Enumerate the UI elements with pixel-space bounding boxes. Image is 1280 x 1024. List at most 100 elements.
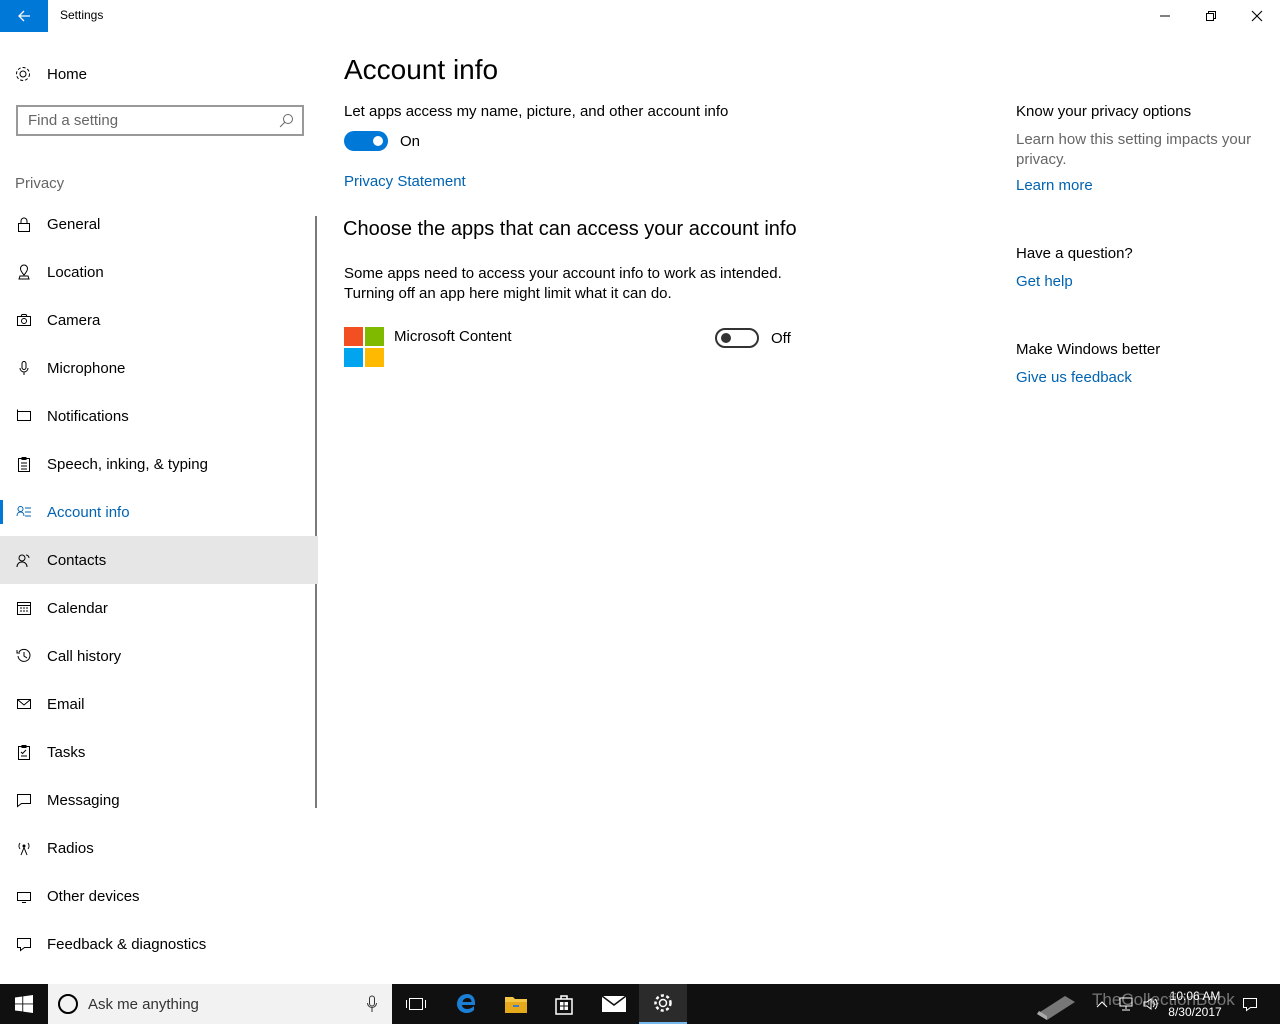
- privacy-statement-link[interactable]: Privacy Statement: [344, 173, 466, 190]
- sidebar-item-label: Notifications: [47, 407, 129, 425]
- minimize-button[interactable]: [1142, 0, 1188, 32]
- learn-more-link[interactable]: Learn more: [1016, 177, 1093, 194]
- apps-description-line: Turning off an app here might limit what…: [344, 285, 672, 302]
- cortana-search-box[interactable]: Ask me anything: [48, 984, 392, 1024]
- microsoft-logo-icon: [344, 327, 384, 367]
- toggle-knob: [373, 136, 383, 146]
- sidebar-item-label: Microphone: [47, 359, 126, 377]
- app-name: Microsoft Content: [394, 328, 512, 345]
- taskbar-clock[interactable]: 10:06 AM 8/30/2017: [1160, 988, 1230, 1020]
- gear-icon: [654, 994, 672, 1012]
- mail-icon: [601, 995, 627, 1012]
- sidebar-item-camera[interactable]: Camera: [0, 296, 318, 344]
- question-heading: Have a question?: [1016, 245, 1133, 262]
- nav-list: General Location Camera Microphone Notif…: [0, 200, 318, 968]
- search-input[interactable]: [18, 107, 268, 134]
- account-access-toggle[interactable]: [344, 131, 388, 151]
- sidebar-item-feedback[interactable]: Feedback & diagnostics: [0, 920, 318, 968]
- restore-button[interactable]: [1188, 0, 1234, 32]
- sidebar-item-label: Speech, inking, & typing: [47, 455, 208, 473]
- sidebar-item-account-info[interactable]: Account info: [0, 488, 318, 536]
- sidebar-item-label: Location: [47, 263, 104, 281]
- show-hidden-icons-button[interactable]: [1094, 984, 1110, 1024]
- sidebar-item-label: Camera: [47, 311, 101, 329]
- sidebar-item-label: Other devices: [47, 887, 140, 905]
- sidebar-item-label: General: [47, 215, 101, 233]
- feedback-icon: [16, 938, 31, 952]
- sidebar-item-label: Email: [47, 695, 85, 713]
- app-row: Microsoft Content Off: [344, 327, 804, 367]
- make-windows-better-heading: Make Windows better: [1016, 341, 1161, 358]
- home-label: Home: [47, 65, 88, 83]
- sidebar-item-label: Call history: [47, 647, 122, 665]
- page-title: Account info: [344, 54, 499, 85]
- network-button[interactable]: [1116, 984, 1136, 1024]
- sidebar-item-speech[interactable]: Speech, inking, & typing: [0, 440, 318, 488]
- microphone-icon[interactable]: [366, 995, 378, 1013]
- minimize-icon: [1160, 15, 1170, 17]
- back-button[interactable]: [0, 0, 48, 32]
- task-view-icon: [406, 998, 426, 1010]
- sidebar-item-tasks[interactable]: Tasks: [0, 728, 318, 776]
- back-arrow-icon: [18, 10, 30, 22]
- search-box[interactable]: [16, 105, 304, 136]
- give-feedback-link[interactable]: Give us feedback: [1016, 369, 1132, 386]
- sidebar-item-radios[interactable]: Radios: [0, 824, 318, 872]
- sidebar-item-microphone[interactable]: Microphone: [0, 344, 318, 392]
- edge-icon: [457, 994, 475, 1013]
- task-view-button[interactable]: [392, 984, 440, 1024]
- get-help-link[interactable]: Get help: [1016, 273, 1073, 290]
- app-access-toggle[interactable]: [715, 328, 759, 348]
- action-center-button[interactable]: [1236, 984, 1264, 1024]
- camera-icon: [16, 314, 31, 326]
- sidebar-item-label: Radios: [47, 839, 94, 857]
- calendar-icon: [16, 602, 31, 615]
- sidebar-item-label: Tasks: [47, 743, 86, 761]
- network-icon: [1119, 997, 1133, 1011]
- privacy-options-text: Learn how this setting impacts your priv…: [1016, 131, 1252, 168]
- email-icon: [16, 699, 31, 709]
- toggle-knob: [721, 333, 731, 343]
- sidebar-item-other-devices[interactable]: Other devices: [0, 872, 318, 920]
- privacy-options-heading: Know your privacy options: [1016, 103, 1192, 120]
- microphone-icon: [19, 361, 28, 375]
- taskbar: Ask me anything TheCollectionBook 10:06 …: [0, 984, 1280, 1024]
- lock-icon: [17, 217, 30, 232]
- folder-icon: [505, 997, 527, 1013]
- sidebar-item-calendar[interactable]: Calendar: [0, 584, 318, 632]
- home-link[interactable]: Home: [14, 62, 87, 86]
- chevron-up-icon: [1096, 1001, 1108, 1008]
- gear-icon: [16, 67, 30, 81]
- location-icon: [17, 264, 30, 280]
- volume-button[interactable]: [1140, 984, 1162, 1024]
- apps-description: Some apps need to access your account in…: [344, 264, 782, 304]
- sidebar-item-contacts[interactable]: Contacts: [0, 536, 318, 584]
- messaging-icon: [16, 794, 31, 808]
- radios-icon: [18, 842, 29, 856]
- settings-taskbar-button[interactable]: [639, 984, 687, 1024]
- sidebar-item-general[interactable]: General: [0, 200, 318, 248]
- app-toggle-state-label: Off: [771, 330, 791, 347]
- search-icon[interactable]: [279, 113, 294, 128]
- clock-time: 10:06 AM: [1169, 989, 1221, 1003]
- windows-logo-icon: [15, 995, 33, 1013]
- volume-icon: [1143, 998, 1158, 1010]
- store-button[interactable]: [540, 984, 588, 1024]
- sidebar-item-notifications[interactable]: Notifications: [0, 392, 318, 440]
- apps-heading: Choose the apps that can access your acc…: [343, 218, 797, 240]
- toggle-state-label: On: [400, 133, 421, 150]
- restore-icon: [1206, 11, 1216, 21]
- start-button[interactable]: [0, 984, 48, 1024]
- file-explorer-button[interactable]: [492, 984, 540, 1024]
- access-setting-label: Let apps access my name, picture, and ot…: [344, 103, 729, 120]
- sidebar-item-call-history[interactable]: Call history: [0, 632, 318, 680]
- close-button[interactable]: [1234, 0, 1280, 32]
- sidebar-item-location[interactable]: Location: [0, 248, 318, 296]
- tasks-icon: [17, 745, 30, 760]
- sidebar-item-email[interactable]: Email: [0, 680, 318, 728]
- book-logo-icon: [1028, 984, 1084, 1024]
- sidebar-item-messaging[interactable]: Messaging: [0, 776, 318, 824]
- mail-button[interactable]: [590, 984, 638, 1024]
- account-info-icon: [16, 506, 31, 517]
- edge-button[interactable]: [443, 984, 491, 1024]
